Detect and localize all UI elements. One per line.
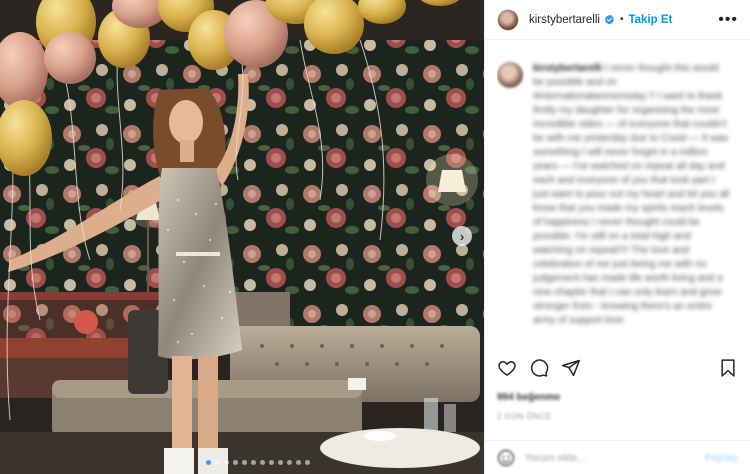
post-header: kirstybertarelli • Takip Et ••• <box>485 0 750 40</box>
carousel-next-icon: › <box>459 228 465 244</box>
carousel-dot <box>269 460 274 465</box>
avatar[interactable] <box>497 8 519 31</box>
comment-input[interactable]: Yorum ekle... <box>525 452 586 464</box>
share-icon[interactable] <box>561 358 581 378</box>
carousel-dots <box>206 460 310 465</box>
post-image <box>0 0 484 474</box>
header-separator: • <box>619 14 624 25</box>
caption-avatar[interactable] <box>497 62 523 88</box>
comment-bar: Yorum ekle... Paylaş <box>485 440 750 474</box>
caption-area: kirstybertarelli I never thought this wo… <box>497 52 740 348</box>
likes-count[interactable]: 994 beğenme <box>497 392 560 403</box>
carousel-dot <box>242 460 247 465</box>
more-options-icon[interactable]: ••• <box>718 11 738 28</box>
carousel-dot <box>287 460 292 465</box>
carousel-dot <box>215 460 220 465</box>
caption-text: kirstybertarelli I never thought this wo… <box>533 62 730 328</box>
caption-username[interactable]: kirstybertarelli <box>533 63 602 74</box>
follow-button[interactable]: Takip Et <box>628 14 672 26</box>
carousel-next-button[interactable]: › <box>452 226 472 246</box>
carousel-dot <box>206 460 211 465</box>
emoji-icon[interactable] <box>497 449 515 467</box>
comment-icon[interactable] <box>529 358 549 378</box>
carousel-dot <box>251 460 256 465</box>
action-bar <box>497 356 738 380</box>
heart-icon[interactable] <box>497 358 517 378</box>
post-timestamp: 2 GÜN ÖNCE <box>497 412 552 421</box>
bookmark-icon[interactable] <box>718 358 738 378</box>
post-comment-button[interactable]: Paylaş <box>705 452 738 464</box>
post-photo[interactable]: › <box>0 0 484 474</box>
carousel-dot <box>278 460 283 465</box>
carousel-dot <box>260 460 265 465</box>
caption-body: I never thought this would be possible a… <box>533 63 730 326</box>
verified-badge-icon <box>604 14 614 25</box>
username-link[interactable]: kirstybertarelli <box>529 14 600 26</box>
post-sidebar: kirstybertarelli • Takip Et ••• kirstybe… <box>484 0 750 474</box>
carousel-dot <box>224 460 229 465</box>
carousel-dot <box>233 460 238 465</box>
carousel-dot <box>296 460 301 465</box>
carousel-dot <box>305 460 310 465</box>
